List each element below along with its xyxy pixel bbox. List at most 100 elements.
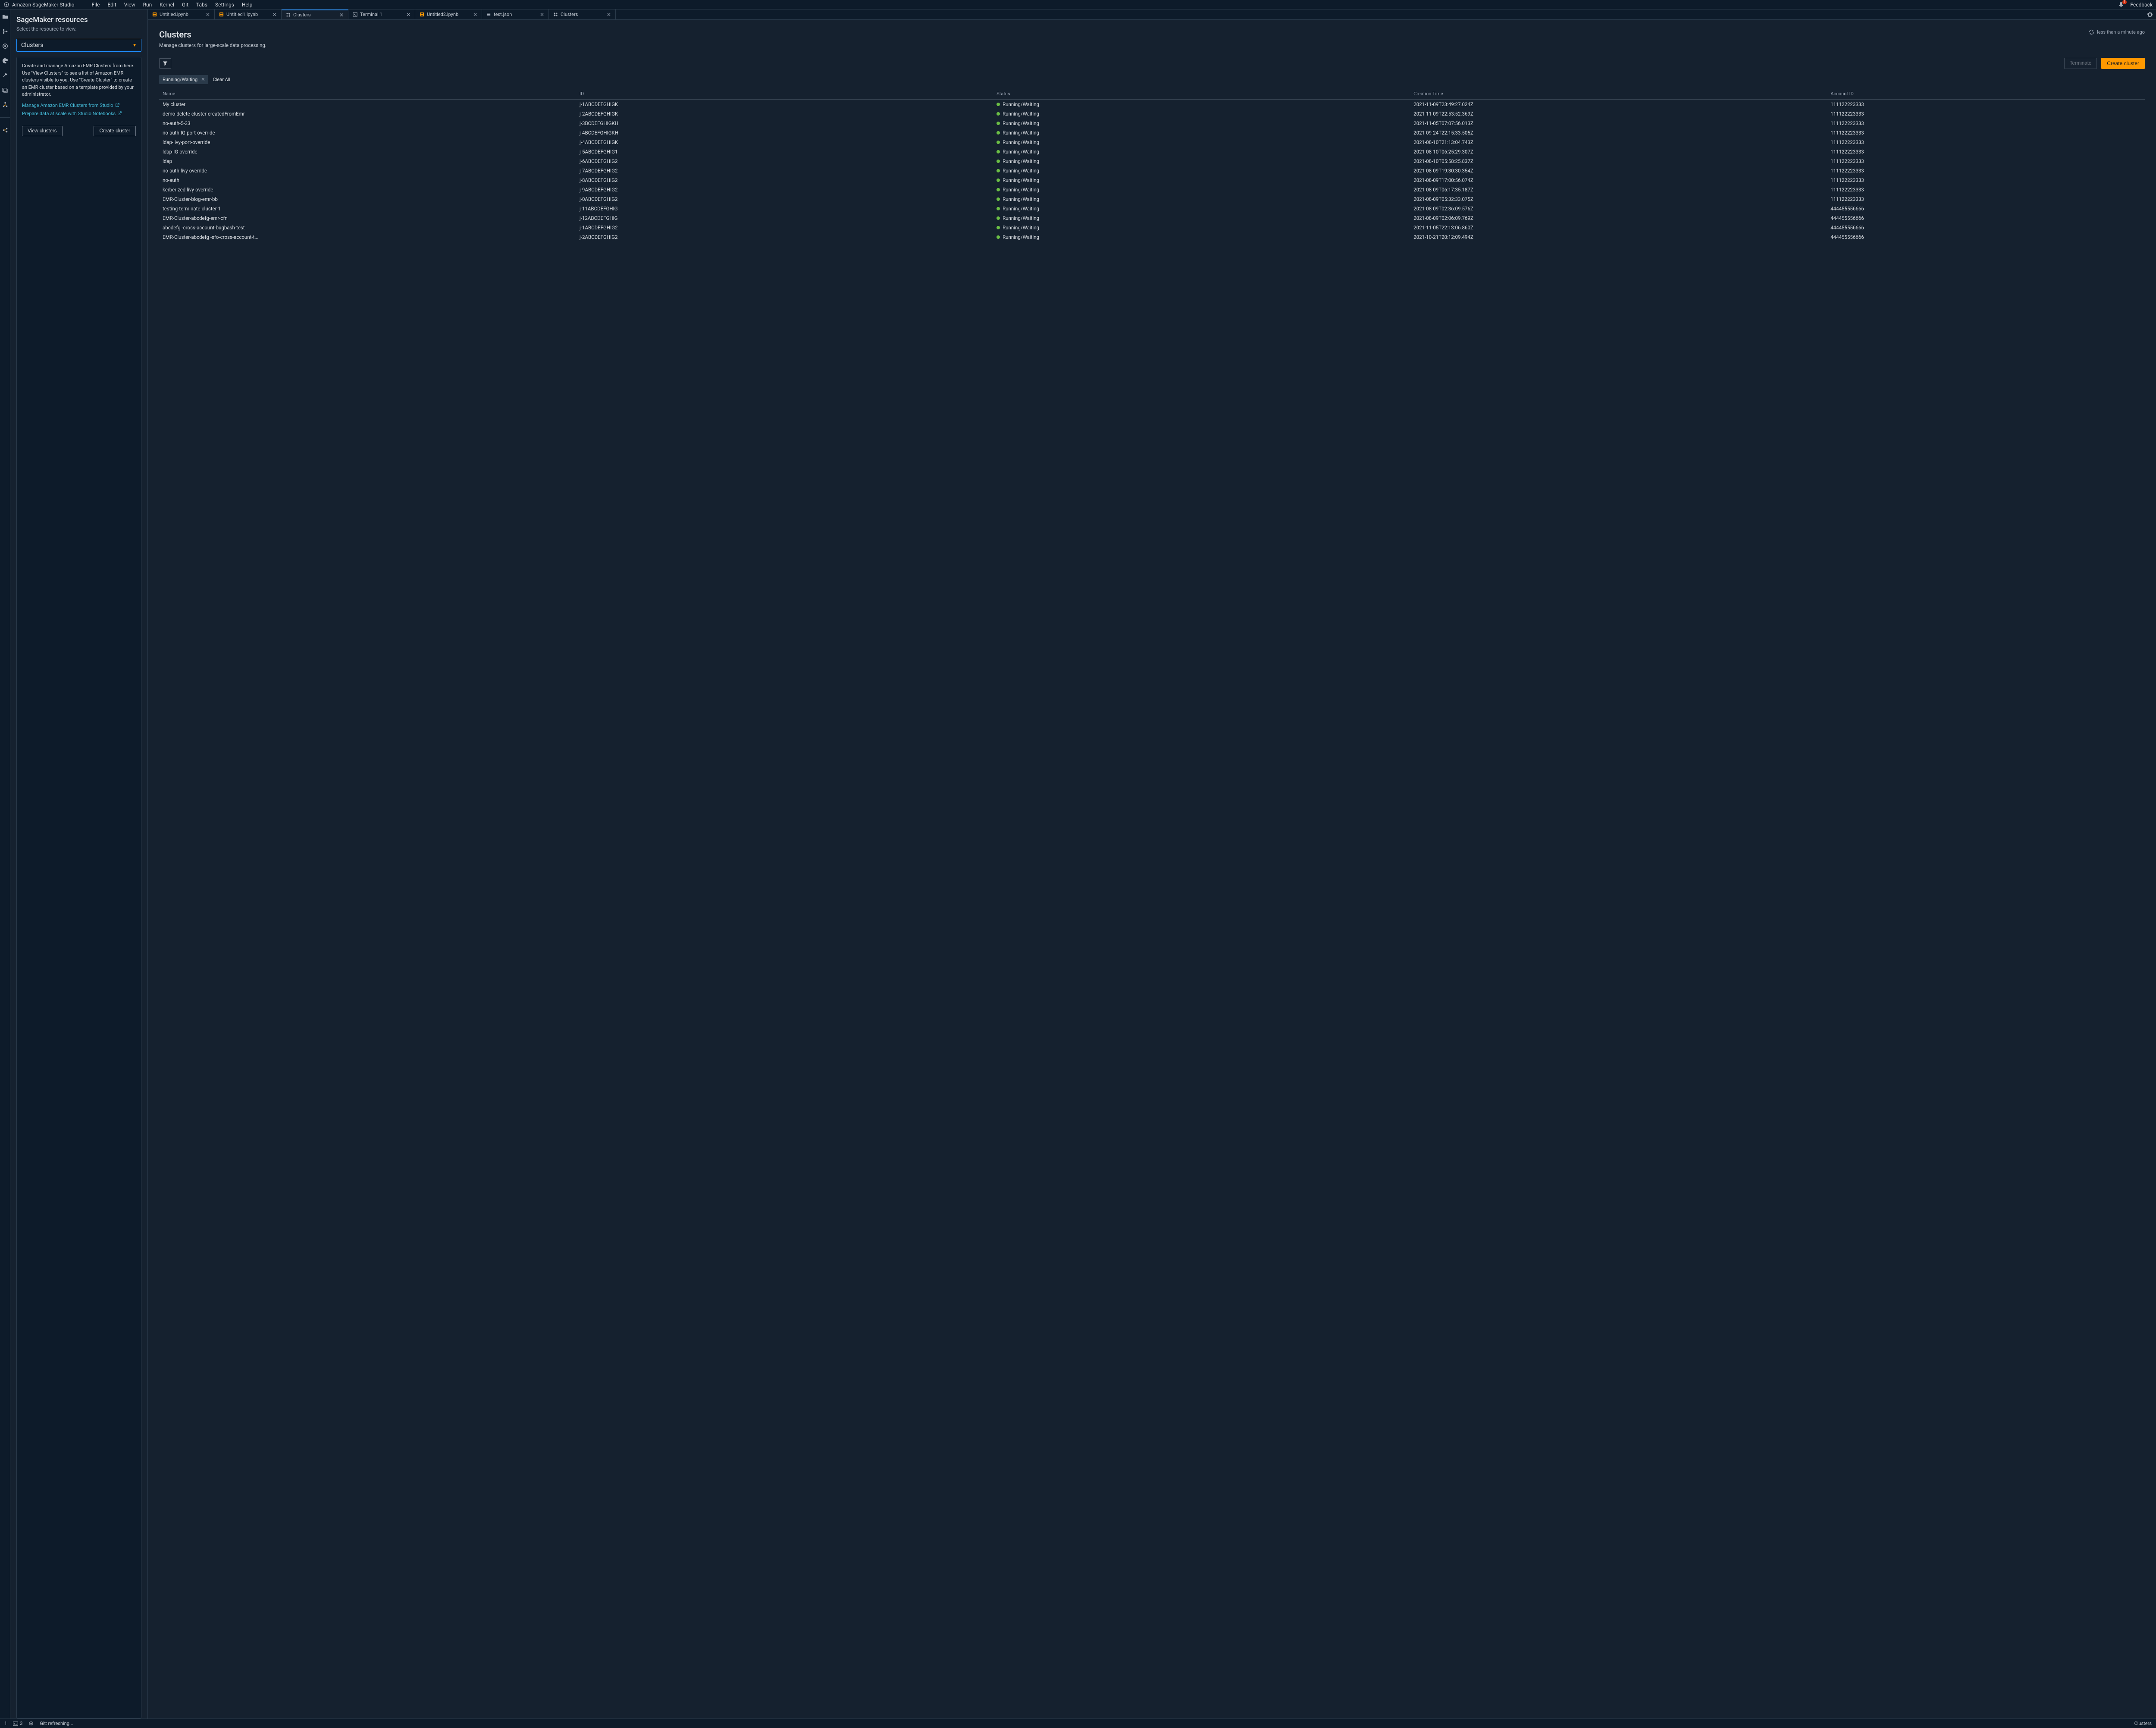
status-right[interactable]: Clusters (2134, 1721, 2152, 1726)
git-icon[interactable] (2, 28, 8, 34)
table-row[interactable]: no-auth-5-33j-3BCDEFGHIGKHRunning/Waitin… (159, 119, 2145, 128)
status-dot-icon (997, 207, 1000, 210)
table-row[interactable]: abcdefg -cross-account-bugbash-testj-1AB… (159, 223, 2145, 232)
settings-gear-button[interactable] (2144, 9, 2156, 19)
view-clusters-button[interactable]: View clusters (22, 126, 63, 136)
resource-select-label: Clusters (21, 42, 43, 49)
table-row[interactable]: demo-delete-cluster-createdFromEmrj-2ABC… (159, 109, 2145, 119)
table-row[interactable]: EMR-Cluster-blog-emr-bbj-0ABCDEFGHIG2Run… (159, 194, 2145, 204)
create-cluster-sidebar-button[interactable]: Create cluster (94, 126, 136, 136)
resource-select[interactable]: Clusters ▼ (16, 39, 141, 52)
tab-untitled1-ipynb[interactable]: Untitled1.ipynb✕ (215, 9, 282, 19)
table-row[interactable]: kerberized-livy-overridej-9ABCDEFGHIG2Ru… (159, 185, 2145, 194)
palette-icon[interactable] (2, 58, 8, 64)
tabs-bar: Untitled.ipynb✕Untitled1.ipynb✕Clusters✕… (148, 9, 2156, 20)
cell-name: EMR-Cluster-abcdefg -sfo-cross-account-t… (159, 232, 576, 242)
menu-settings[interactable]: Settings (215, 2, 234, 8)
git-status[interactable]: Git: refreshing... (40, 1721, 73, 1726)
cell-status: Running/Waiting (993, 138, 1410, 147)
table-row[interactable]: no-auth-IG-port-overridej-4BCDEFGHIGKHRu… (159, 128, 2145, 138)
menu-file[interactable]: File (92, 2, 100, 8)
terminate-button[interactable]: Terminate (2064, 58, 2097, 69)
flow-icon[interactable] (2, 102, 8, 108)
column-header-id[interactable]: ID (576, 88, 993, 100)
cell-name: no-auth-5-33 (159, 119, 576, 128)
table-row[interactable]: EMR-Cluster-abcdefg -sfo-cross-account-t… (159, 232, 2145, 242)
cell-time: 2021-08-10T06:25:29.307Z (1410, 147, 1827, 157)
status-left-number[interactable]: 1 (4, 1721, 7, 1726)
cell-status: Running/Waiting (993, 166, 1410, 175)
external-link-icon (117, 111, 122, 116)
tab-terminal-1[interactable]: Terminal 1✕ (348, 9, 415, 19)
tab-close[interactable]: ✕ (403, 12, 411, 18)
share-icon[interactable] (2, 127, 8, 133)
cell-name: EMR-Cluster-abcdefg-emr-cfn (159, 213, 576, 223)
clear-all-filters[interactable]: Clear All (213, 77, 230, 82)
tab-clusters[interactable]: Clusters✕ (549, 9, 616, 19)
tab-clusters[interactable]: Clusters✕ (282, 9, 348, 19)
folder-icon[interactable] (2, 14, 8, 20)
cell-time: 2021-08-09T02:36:09.576Z (1410, 204, 1827, 213)
tab-untitled-ipynb[interactable]: Untitled.ipynb ✕ (148, 9, 215, 19)
table-row[interactable]: My clusterj-1ABCDEFGHIGKRunning/Waiting2… (159, 100, 2145, 110)
notification-bell[interactable]: 1 (2118, 2, 2124, 8)
tab-close[interactable]: ✕ (536, 12, 544, 18)
table-row[interactable]: no-auth-livy-overridej-7ABCDEFGHIG2Runni… (159, 166, 2145, 175)
running-icon[interactable] (2, 43, 8, 49)
menu-help[interactable]: Help (242, 2, 253, 8)
status-terminals-count: 3 (20, 1721, 22, 1726)
status-dot-icon (997, 131, 1000, 135)
status-terminals[interactable]: 3 (13, 1721, 22, 1726)
cell-name: testing-terminate-cluster-1 (159, 204, 576, 213)
cell-id: j-6ABCDEFGHIG2 (576, 157, 993, 166)
table-row[interactable]: ldap-IG-overridej-5ABCDEFGHIG1Running/Wa… (159, 147, 2145, 157)
tab-close[interactable]: ✕ (202, 12, 210, 18)
menu-view[interactable]: View (124, 2, 135, 8)
filter-button[interactable] (159, 58, 171, 69)
prepare-data-link-label: Prepare data at scale with Studio Notebo… (22, 111, 116, 116)
table-row[interactable]: ldapj-6ABCDEFGHIG2Running/Waiting2021-08… (159, 157, 2145, 166)
cell-account: 444455556666 (1827, 232, 2145, 242)
table-row[interactable]: EMR-Cluster-abcdefg-emr-cfnj-12ABCDEFGHI… (159, 213, 2145, 223)
cell-account: 111122223333 (1827, 185, 2145, 194)
tab-close[interactable]: ✕ (603, 12, 611, 18)
status-dot-icon (997, 112, 1000, 116)
column-header-status[interactable]: Status (993, 88, 1410, 100)
cell-name: kerberized-livy-override (159, 185, 576, 194)
feedback-link[interactable]: Feedback (2130, 2, 2153, 8)
column-header-name[interactable]: Name (159, 88, 576, 100)
status-gear[interactable] (28, 1721, 34, 1726)
cell-account: 444455556666 (1827, 223, 2145, 232)
filter-chip-remove[interactable]: ✕ (201, 77, 205, 82)
tab-test-json[interactable]: test.json✕ (482, 9, 549, 19)
menu-run[interactable]: Run (143, 2, 152, 8)
manage-emr-link[interactable]: Manage Amazon EMR Clusters from Studio (22, 103, 136, 108)
status-dot-icon (997, 188, 1000, 191)
tab-label: Untitled.ipynb (160, 12, 188, 17)
prepare-data-link[interactable]: Prepare data at scale with Studio Notebo… (22, 111, 136, 116)
tab-close[interactable]: ✕ (269, 12, 277, 18)
table-row[interactable]: ldap-livy-port-overridej-4ABCDEFGHIGKRun… (159, 138, 2145, 147)
menu-git[interactable]: Git (182, 2, 188, 8)
column-header-account-id[interactable]: Account ID (1827, 88, 2145, 100)
filter-icon (163, 61, 168, 66)
menu-tabs[interactable]: Tabs (196, 2, 207, 8)
table-row[interactable]: no-authj-8ABCDEFGHIG2Running/Waiting2021… (159, 175, 2145, 185)
refresh-block[interactable]: less than a minute ago (2089, 29, 2145, 35)
manage-emr-link-label: Manage Amazon EMR Clusters from Studio (22, 103, 113, 108)
tab-close[interactable]: ✕ (336, 12, 344, 18)
tab-untitled2-ipynb[interactable]: Untitled2.ipynb✕ (415, 9, 482, 19)
cell-account: 111122223333 (1827, 175, 2145, 185)
menu-edit[interactable]: Edit (107, 2, 116, 8)
column-header-creation-time[interactable]: Creation Time (1410, 88, 1827, 100)
wrench-icon[interactable] (2, 72, 8, 78)
create-cluster-button[interactable]: Create cluster (2101, 58, 2145, 69)
rail-divider (0, 117, 10, 118)
tab-close[interactable]: ✕ (470, 12, 477, 18)
tabs-icon[interactable] (2, 87, 8, 93)
table-row[interactable]: testing-terminate-cluster-1j-11ABCDEFGHI… (159, 204, 2145, 213)
cell-time: 2021-08-09T17:00:56.074Z (1410, 175, 1827, 185)
menu-kernel[interactable]: Kernel (160, 2, 174, 8)
cell-name: no-auth (159, 175, 576, 185)
sidebar-description: Create and manage Amazon EMR Clusters fr… (22, 63, 136, 98)
